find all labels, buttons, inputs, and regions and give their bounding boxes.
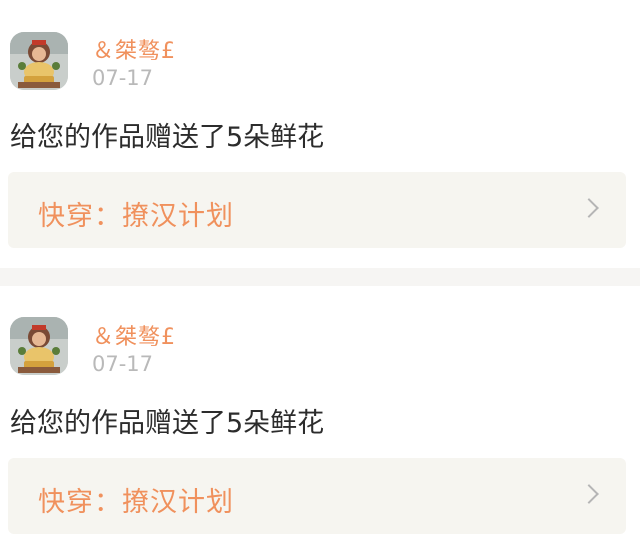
chevron-right-icon (579, 484, 599, 504)
notification-card: ＆桀骜£ 07-17 给您的作品赠送了5朵鲜花 快穿：撩汉计划 (0, 286, 640, 541)
notification-message: 给您的作品赠送了5朵鲜花 (10, 408, 325, 439)
avatar-image (10, 32, 68, 90)
username[interactable]: ＆桀骜£ (92, 319, 176, 351)
notification-card: ＆桀骜£ 07-17 给您的作品赠送了5朵鲜花 快穿：撩汉计划 (0, 0, 640, 268)
section-divider (0, 268, 640, 286)
avatar-image (10, 317, 68, 375)
work-link-card[interactable]: 快穿：撩汉计划 (8, 172, 626, 248)
timestamp: 07-17 (92, 352, 154, 376)
chevron-right-icon (579, 198, 599, 218)
work-link-card[interactable]: 快穿：撩汉计划 (8, 458, 626, 534)
work-title: 快穿：撩汉计划 (38, 487, 234, 518)
user-avatar[interactable] (10, 317, 68, 375)
username[interactable]: ＆桀骜£ (92, 33, 176, 65)
work-title: 快穿：撩汉计划 (38, 201, 234, 232)
user-avatar[interactable] (10, 32, 68, 90)
notification-message: 给您的作品赠送了5朵鲜花 (10, 122, 325, 153)
notification-feed: ＆桀骜£ 07-17 给您的作品赠送了5朵鲜花 快穿：撩汉计划 ＆桀骜£ 07-… (0, 0, 640, 541)
timestamp: 07-17 (92, 66, 154, 90)
